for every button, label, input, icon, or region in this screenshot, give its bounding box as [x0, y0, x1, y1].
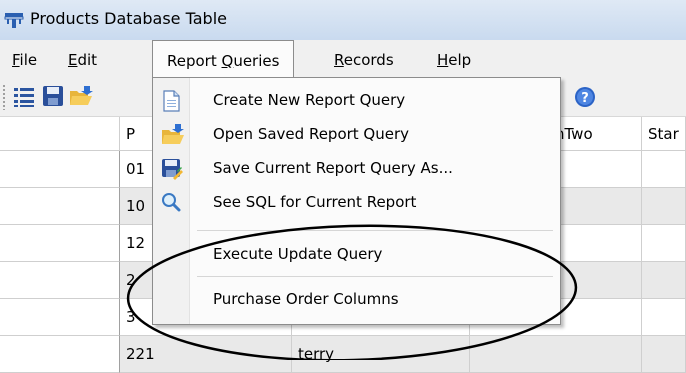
cell[interactable]: [642, 225, 686, 262]
menu-item-purchase-order-columns[interactable]: Purchase Order Columns: [153, 283, 560, 317]
cell-name[interactable]: terry: [292, 336, 470, 373]
new-document-icon: [163, 90, 180, 112]
database-table-icon: [4, 13, 24, 28]
title-bar: Products Database Table: [0, 0, 686, 41]
row-header[interactable]: [0, 336, 120, 373]
menu-separator: [197, 230, 553, 231]
cell[interactable]: [642, 336, 686, 373]
row-header-corner[interactable]: [0, 117, 120, 151]
menu-records[interactable]: Records: [334, 51, 394, 69]
open-folder-icon: [162, 124, 184, 144]
menu-help[interactable]: Help: [437, 51, 471, 69]
menu-edit[interactable]: Edit: [68, 51, 97, 69]
column-header-star[interactable]: Star: [642, 117, 686, 151]
save-icon[interactable]: [42, 85, 64, 107]
menu-item-see-sql-for-current-report[interactable]: See SQL for Current Report: [153, 186, 560, 220]
magnifier-icon: [162, 193, 181, 212]
save-as-icon: [162, 159, 183, 180]
cell[interactable]: [642, 188, 686, 225]
menu-item-save-current-report-query-as[interactable]: Save Current Report Query As...: [153, 152, 560, 186]
toolbar-grip[interactable]: [2, 84, 6, 110]
row-header[interactable]: [0, 225, 120, 262]
menu-item-execute-update-query[interactable]: Execute Update Query: [153, 238, 560, 272]
cell-id[interactable]: 221: [120, 336, 292, 373]
menu-item-create-new-report-query[interactable]: Create New Report Query: [153, 84, 560, 118]
menu-item-open-saved-report-query[interactable]: Open Saved Report Query: [153, 118, 560, 152]
cell[interactable]: [642, 262, 686, 299]
list-icon[interactable]: [12, 85, 36, 109]
cell[interactable]: [642, 299, 686, 336]
cell[interactable]: [470, 336, 642, 373]
svg-text:?: ?: [581, 91, 589, 106]
menu-report-queries[interactable]: Report Queries: [152, 40, 295, 77]
window-title: Products Database Table: [30, 9, 227, 28]
report-queries-dropdown: Create New Report Query Open Saved Repor…: [152, 77, 561, 325]
row-header[interactable]: [0, 188, 120, 225]
menu-separator: [197, 276, 553, 277]
help-icon[interactable]: ?: [574, 86, 596, 108]
row-header[interactable]: [0, 299, 120, 336]
row-header[interactable]: [0, 151, 120, 188]
menu-file[interactable]: File: [12, 51, 37, 69]
menu-bar: File Edit Report Queries Records Help: [0, 40, 686, 78]
cell[interactable]: [642, 151, 686, 188]
row-header[interactable]: [0, 262, 120, 299]
open-folder-icon[interactable]: [68, 85, 94, 109]
